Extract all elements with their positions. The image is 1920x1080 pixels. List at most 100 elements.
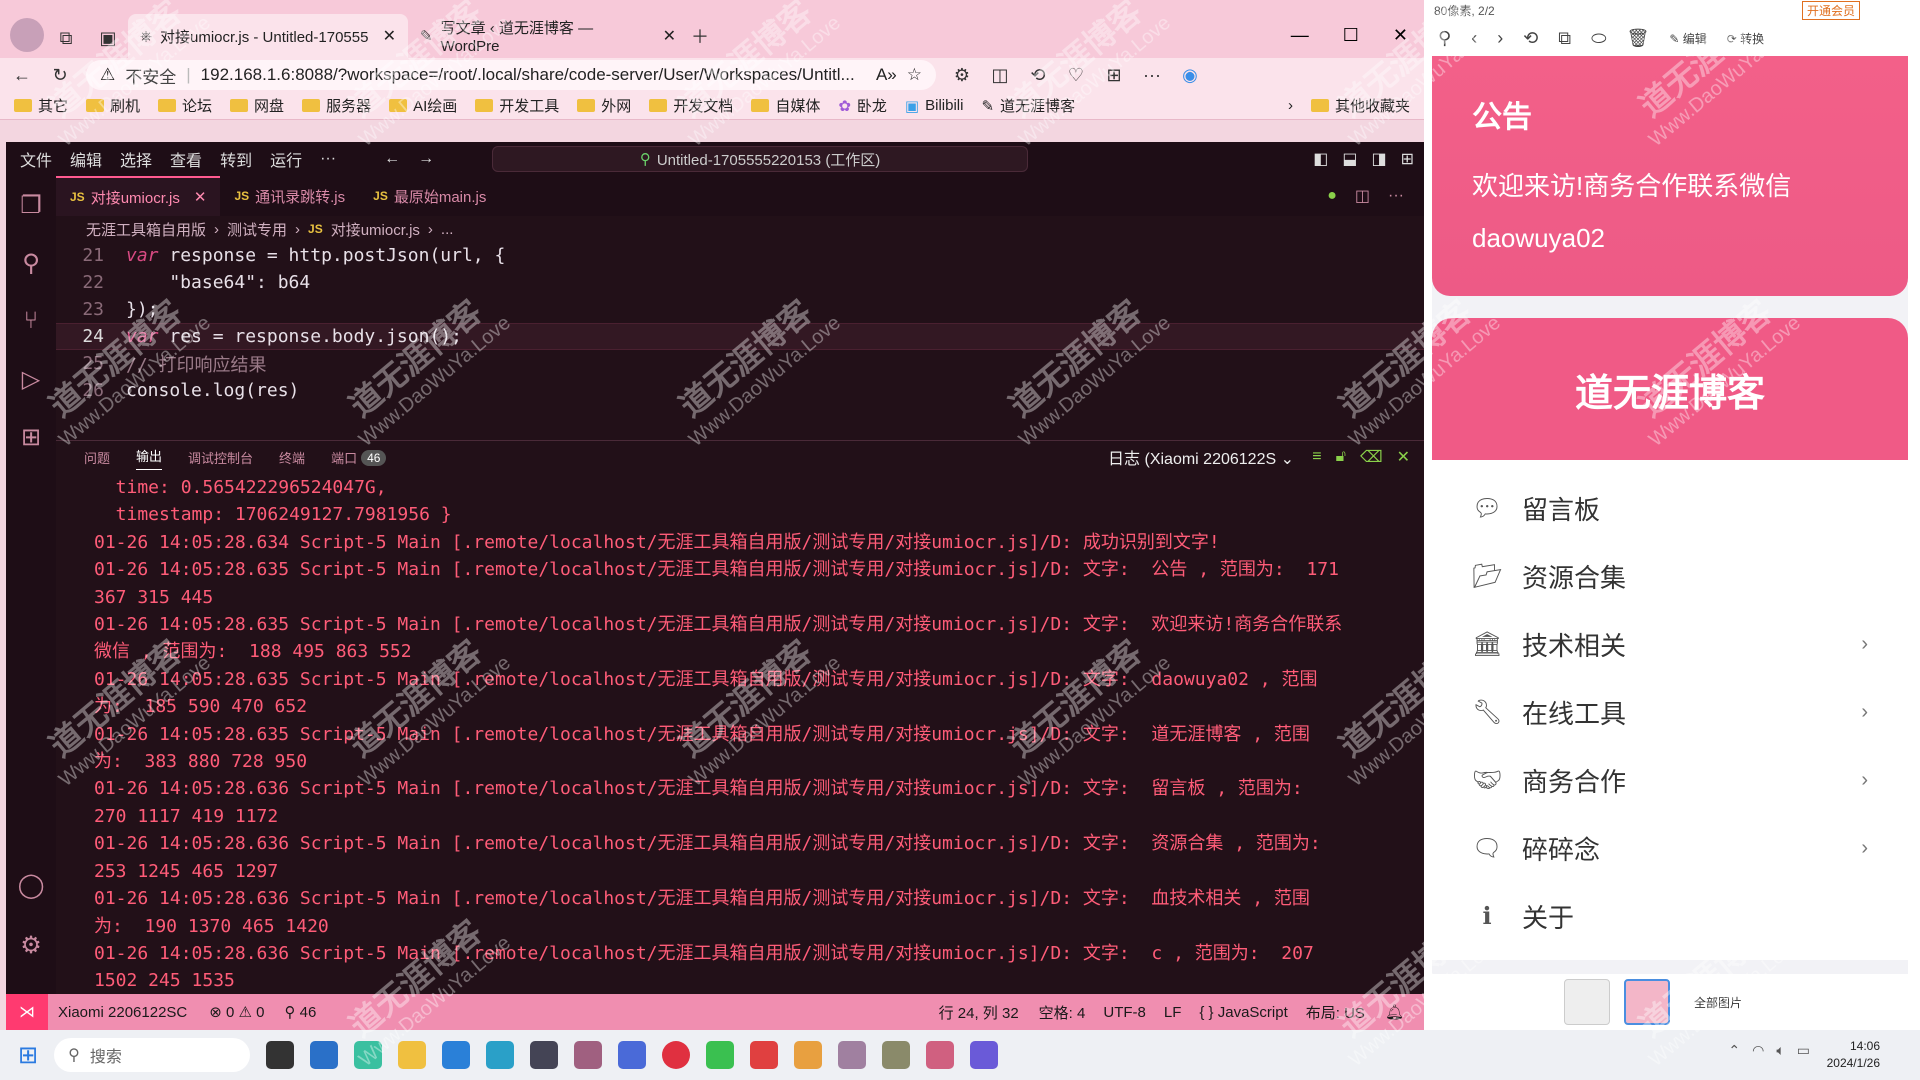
zoom-icon[interactable]: ⚲ xyxy=(1438,28,1451,49)
tab-actions-icon[interactable]: ▣ xyxy=(96,26,120,50)
bookmark-item[interactable]: ▣ Bilibili xyxy=(905,97,964,115)
menu-item[interactable]: 💬︎ 留言板 xyxy=(1432,474,1908,542)
convert-button[interactable]: ⟳ 转换 xyxy=(1727,30,1764,47)
status-language[interactable]: { } JavaScript xyxy=(1199,1004,1287,1021)
tray-expand-icon[interactable]: ⌃ xyxy=(1728,1042,1740,1059)
erase-icon[interactable]: ⬭ xyxy=(1591,28,1606,49)
source-control-icon[interactable]: ⑂ xyxy=(6,292,56,350)
vscode-icon[interactable] xyxy=(442,1041,471,1069)
store-icon[interactable] xyxy=(310,1041,339,1069)
editor-tab[interactable]: JS 通讯录跳转.js xyxy=(220,176,359,216)
thumbnail[interactable] xyxy=(1564,979,1610,1025)
status-encoding[interactable]: UTF-8 xyxy=(1103,1004,1146,1021)
bookmark-item[interactable]: 开发工具 xyxy=(475,95,559,116)
delete-icon[interactable]: 🗑︎ xyxy=(1627,28,1650,49)
file-explorer-icon[interactable] xyxy=(398,1041,427,1069)
task-view-icon[interactable] xyxy=(266,1041,295,1069)
menu-view[interactable]: 查看 xyxy=(170,147,202,171)
app-icon[interactable] xyxy=(882,1041,911,1069)
notifications-bell-icon[interactable]: 🔔︎ xyxy=(1385,1003,1404,1021)
maximize-icon[interactable]: ☐ xyxy=(1343,25,1359,46)
menu-item[interactable]: ℹ 关于 xyxy=(1432,882,1908,950)
clear-output-icon[interactable]: ⌫ xyxy=(1360,447,1383,467)
lock-icon[interactable]: 🔓︎ xyxy=(1336,448,1346,466)
minimize-icon[interactable]: — xyxy=(1291,25,1309,46)
bookmarks-overflow-icon[interactable]: › xyxy=(1288,97,1293,114)
menu-item[interactable]: 🔧︎ 在线工具 › xyxy=(1432,678,1908,746)
address-bar[interactable]: ⚠ 不安全 | 192.168.1.6:8088/?workspace=/roo… xyxy=(86,60,936,90)
search-icon[interactable]: ⚲ xyxy=(6,234,56,292)
bookmark-item[interactable]: 自媒体 xyxy=(751,95,820,116)
app-icon[interactable] xyxy=(970,1041,999,1069)
nav-forward-icon[interactable]: → xyxy=(418,150,434,168)
profile-avatar-icon[interactable] xyxy=(10,18,44,52)
vip-button[interactable]: 开通会员 xyxy=(1801,0,1860,20)
panel-tab-ports[interactable]: 端口 46 xyxy=(331,448,387,467)
taskbar-clock[interactable]: 14:06 2024/1/26 xyxy=(1827,1038,1880,1072)
rotate-icon[interactable]: ⟲ xyxy=(1523,28,1538,49)
menu-selection[interactable]: 选择 xyxy=(120,147,152,171)
health-icon[interactable]: ♡ xyxy=(1064,63,1088,87)
close-tab-icon[interactable]: ✕ xyxy=(194,188,207,206)
all-images-link[interactable]: 全部图片 xyxy=(1694,994,1742,1011)
app-icon[interactable] xyxy=(838,1041,867,1069)
app-icon[interactable] xyxy=(530,1041,559,1069)
toggle-secondary-sidebar-icon[interactable]: ◨ xyxy=(1371,149,1386,169)
wechat-icon[interactable] xyxy=(706,1041,735,1069)
close-panel-icon[interactable]: ✕ xyxy=(1397,447,1410,467)
settings-gear-icon[interactable]: ⚙ xyxy=(6,916,56,974)
app-icon[interactable] xyxy=(794,1041,823,1069)
app-icon[interactable] xyxy=(354,1041,383,1069)
read-aloud-icon[interactable]: A» xyxy=(876,65,897,85)
output-channel-select[interactable]: 日志 (Xiaomi 2206122S ⌄ xyxy=(1108,445,1294,469)
editor-tab[interactable]: JS 最原始main.js xyxy=(359,176,500,216)
refresh-icon[interactable]: ↻ xyxy=(48,63,72,87)
filter-icon[interactable]: ≡ xyxy=(1312,448,1321,466)
breadcrumb-item[interactable]: 对接umiocr.js xyxy=(331,219,420,240)
app-icon[interactable] xyxy=(574,1041,603,1069)
toggle-sidebar-icon[interactable]: ◧ xyxy=(1313,149,1328,169)
wps-icon[interactable] xyxy=(750,1041,779,1069)
close-window-icon[interactable]: ✕ xyxy=(1393,25,1408,46)
panel-tab-debug-console[interactable]: 调试控制台 xyxy=(188,448,253,467)
app-icon[interactable] xyxy=(618,1041,647,1069)
favorite-star-icon[interactable]: ☆ xyxy=(907,65,922,85)
account-icon[interactable]: ◯ xyxy=(6,856,56,914)
status-problems[interactable]: ⊗ 0 ⚠ 0 xyxy=(209,1003,264,1021)
menu-edit[interactable]: 编辑 xyxy=(70,147,102,171)
thumbnail-selected[interactable] xyxy=(1624,979,1670,1025)
breadcrumb-item[interactable]: 测试专用 xyxy=(227,219,287,240)
extensions-icon[interactable]: ⊞ xyxy=(6,408,56,466)
menu-more[interactable]: ··· xyxy=(320,150,336,168)
breadcrumb-item[interactable]: 无涯工具箱自用版 xyxy=(86,219,206,240)
bookmark-item[interactable]: 刷机 xyxy=(86,95,140,116)
bookmark-item[interactable]: 其它 xyxy=(14,95,68,116)
collections-icon[interactable]: ⊞ xyxy=(1102,63,1126,87)
status-keyboard-layout[interactable]: 布局: US xyxy=(1306,1002,1365,1023)
menu-item[interactable]: 🗨︎ 碎碎念 › xyxy=(1432,814,1908,882)
menu-item[interactable]: 🤝︎ 商务合作 › xyxy=(1432,746,1908,814)
bookmark-item[interactable]: 外网 xyxy=(577,95,631,116)
crop-icon[interactable]: ⧉ xyxy=(1558,28,1571,49)
android-run-icon[interactable]: ● xyxy=(1327,187,1337,205)
bookmark-item[interactable]: 论坛 xyxy=(158,95,212,116)
status-eol[interactable]: LF xyxy=(1164,1004,1182,1021)
menu-item[interactable]: 📂︎ 资源合集 xyxy=(1432,542,1908,610)
menu-file[interactable]: 文件 xyxy=(20,147,52,171)
back-icon[interactable]: ← xyxy=(10,63,34,87)
copilot-icon[interactable]: ◉ xyxy=(1178,63,1202,87)
volume-icon[interactable]: 🔈︎ xyxy=(1776,1042,1784,1059)
bookmark-item[interactable]: 其他收藏夹 xyxy=(1310,95,1410,116)
nav-back-icon[interactable]: ← xyxy=(384,150,400,168)
extensions-icon[interactable]: ⚙ xyxy=(950,63,974,87)
bookmark-item[interactable]: 服务器 xyxy=(302,95,371,116)
browser-tab-wordpress[interactable]: ✎ 写文章 ‹ 道无涯博客 — WordPre ✕ xyxy=(408,14,688,58)
new-tab-icon[interactable]: ＋ xyxy=(688,24,712,48)
prev-icon[interactable]: ‹ xyxy=(1471,28,1477,49)
app-icon[interactable] xyxy=(926,1041,955,1069)
run-debug-icon[interactable]: ▷ xyxy=(6,350,56,408)
more-icon[interactable]: ··· xyxy=(1140,63,1164,87)
close-tab-icon[interactable]: ✕ xyxy=(663,26,676,46)
menu-item[interactable]: 🏛︎ 技术相关 › xyxy=(1432,610,1908,678)
collections-icon[interactable]: ⧉ xyxy=(54,26,78,50)
